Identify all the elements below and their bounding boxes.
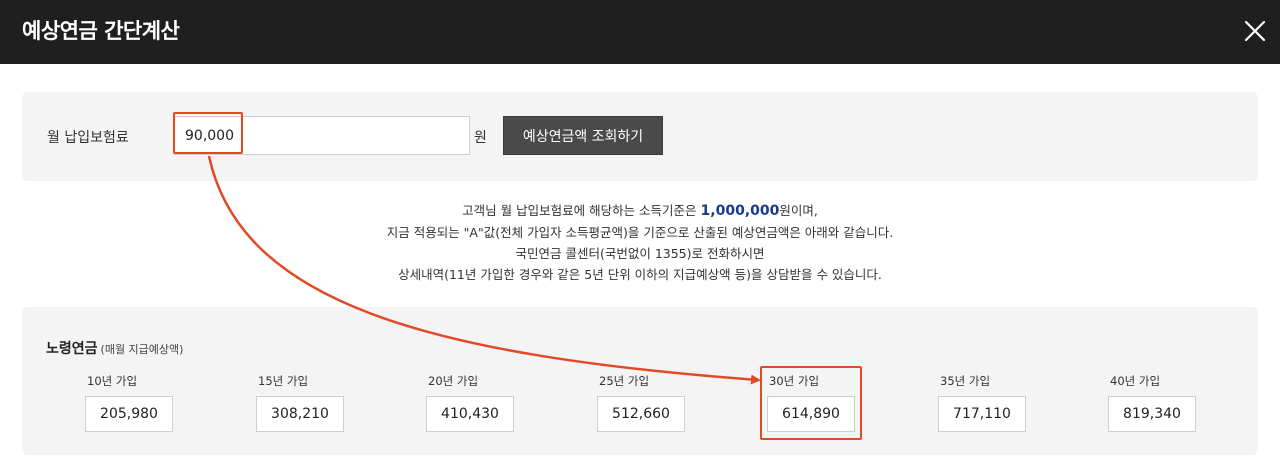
period-item: 20년 가입 410,430 (426, 373, 514, 432)
income-standard-amount: 1,000,000 (700, 203, 780, 219)
result-title: 노령연금 (매월 지급예상액) (46, 341, 184, 357)
period-item: 35년 가입 717,110 (938, 373, 1026, 432)
close-button[interactable] (1238, 14, 1272, 48)
period-item: 30년 가입 614,890 (767, 373, 855, 432)
period-value: 614,890 (767, 396, 855, 432)
period-item: 25년 가입 512,660 (597, 373, 685, 432)
period-value: 819,340 (1108, 396, 1196, 432)
period-label: 20년 가입 (428, 374, 479, 388)
period-label: 15년 가입 (258, 374, 309, 388)
period-value: 717,110 (938, 396, 1026, 432)
close-icon (1244, 20, 1266, 42)
currency-unit: 원 (474, 130, 487, 146)
info-line-3: 국민연금 콜센터(국번없이 1355)로 전화하시면 (515, 246, 765, 261)
period-value: 512,660 (597, 396, 685, 432)
period-label: 25년 가입 (599, 374, 650, 388)
period-label: 40년 가입 (1110, 374, 1161, 388)
monthly-premium-input[interactable] (174, 116, 470, 155)
lookup-pension-button[interactable]: 예상연금액 조회하기 (503, 116, 663, 155)
info-line-1: 고객님 월 납입보험료에 해당하는 소득기준은 1,000,000원이며, (462, 203, 818, 219)
period-label: 10년 가입 (87, 374, 138, 388)
result-subtitle: (매월 지급예상액) (100, 343, 184, 356)
period-value: 205,980 (85, 396, 173, 432)
period-value: 410,430 (426, 396, 514, 432)
premium-input-panel: 월 납입보험료 원 예상연금액 조회하기 (22, 92, 1258, 181)
pension-result-panel: 노령연금 (매월 지급예상액) 10년 가입 205,980 15년 가입 308… (22, 307, 1258, 455)
pension-info-text: 고객님 월 납입보험료에 해당하는 소득기준은 1,000,000원이며, 지금… (300, 200, 980, 285)
modal-header: 예상연금 간단계산 (0, 0, 1280, 64)
modal-title: 예상연금 간단계산 (22, 19, 180, 43)
period-item: 10년 가입 205,980 (85, 373, 173, 432)
period-value: 308,210 (256, 396, 344, 432)
period-label: 35년 가입 (940, 374, 991, 388)
period-item: 15년 가입 308,210 (256, 373, 344, 432)
info-line-4: 상세내역(11년 가입한 경우와 같은 5년 단위 이하의 지급예상액 등)을 … (398, 267, 882, 282)
monthly-premium-label: 월 납입보험료 (47, 130, 129, 146)
period-label: 30년 가입 (769, 374, 820, 388)
info-line-2: 지금 적용되는 "A"값(전체 가입자 소득평균액)을 기준으로 산출된 예상연… (386, 225, 894, 240)
period-item: 40년 가입 819,340 (1108, 373, 1196, 432)
